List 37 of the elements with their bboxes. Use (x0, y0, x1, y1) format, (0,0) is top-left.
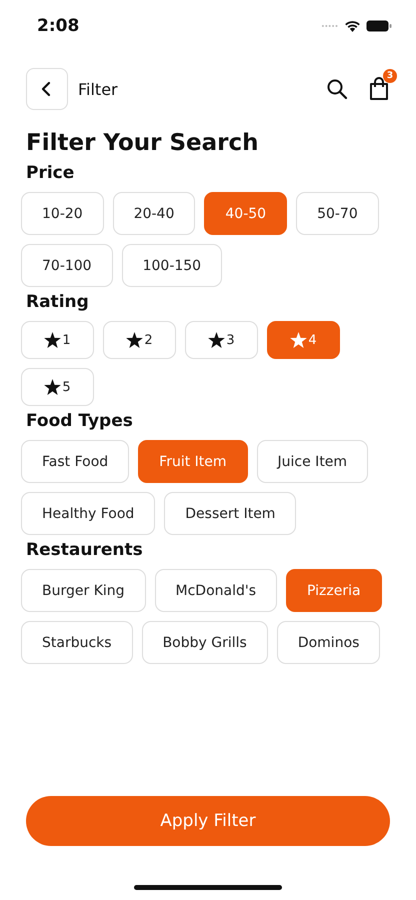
section-title: Rating (26, 291, 90, 313)
rating-chip[interactable]: 5 (21, 368, 94, 406)
status-time: 2:08 (37, 16, 80, 36)
star-icon (208, 332, 226, 348)
star-icon (44, 379, 62, 395)
filter-chip[interactable]: Juice Item (256, 440, 368, 483)
filter-chip[interactable]: Burger King (21, 569, 146, 612)
battery-icon (366, 20, 392, 32)
signal-icon (321, 24, 339, 28)
section-title: Restaurents (26, 539, 144, 561)
filter-chip[interactable]: Dominos (276, 621, 380, 664)
filter-chip[interactable]: 20-40 (112, 192, 196, 235)
shopping-bag-icon[interactable] (368, 77, 390, 101)
filter-chip[interactable]: 70-100 (21, 244, 113, 287)
filter-chip[interactable]: Dessert Item (164, 492, 296, 535)
wifi-icon (344, 20, 361, 32)
cart-count-badge: 3 (383, 69, 397, 83)
section-title: Food Types (26, 410, 134, 432)
star-icon (126, 332, 144, 348)
star-icon (290, 332, 308, 348)
filter-chip[interactable]: Bobby Grills (142, 621, 268, 664)
page-heading: Filter Your Search (26, 129, 260, 158)
back-button[interactable] (26, 68, 68, 110)
filter-chip[interactable]: McDonald's (154, 569, 278, 612)
search-icon[interactable] (326, 78, 348, 100)
filter-chip[interactable]: 100-150 (122, 244, 222, 287)
filter-chip[interactable]: Fast Food (21, 440, 130, 483)
filter-chip[interactable]: 10-20 (21, 192, 104, 235)
filter-chip[interactable]: Healthy Food (21, 492, 156, 535)
section-title: Price (26, 162, 76, 184)
star-icon (44, 332, 62, 348)
filter-chip[interactable]: 50-70 (296, 192, 379, 235)
filter-chip[interactable]: Starbucks (21, 621, 133, 664)
page-title: Filter (78, 80, 119, 98)
rating-chip[interactable]: 1 (21, 321, 94, 359)
rating-chip[interactable]: 2 (103, 321, 176, 359)
rating-chip[interactable]: 3 (185, 321, 258, 359)
